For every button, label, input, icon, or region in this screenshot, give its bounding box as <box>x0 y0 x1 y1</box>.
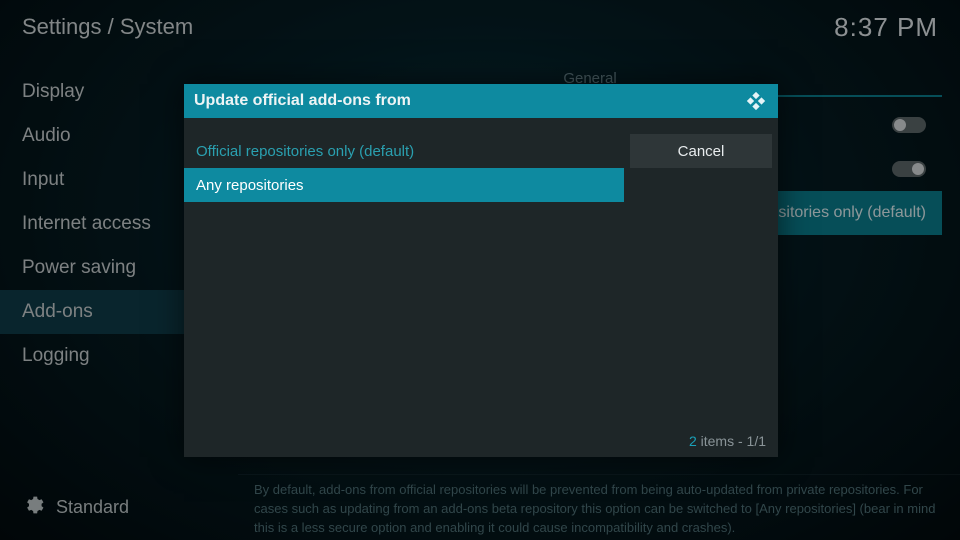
kodi-logo-icon <box>744 90 768 112</box>
cancel-button[interactable]: Cancel <box>630 134 772 168</box>
count-number: 2 <box>689 433 697 449</box>
dialog-options: Official repositories only (default) Any… <box>184 134 624 424</box>
option-official-repos[interactable]: Official repositories only (default) <box>184 134 624 168</box>
dialog-update-addons-from: Update official add-ons from Official re… <box>184 84 778 457</box>
option-any-repos[interactable]: Any repositories <box>184 168 624 202</box>
dialog-header: Update official add-ons from <box>184 84 778 118</box>
dialog-title: Update official add-ons from <box>194 92 411 110</box>
count-text: items - 1/1 <box>697 433 766 449</box>
dialog-item-count: 2 items - 1/1 <box>689 433 766 449</box>
